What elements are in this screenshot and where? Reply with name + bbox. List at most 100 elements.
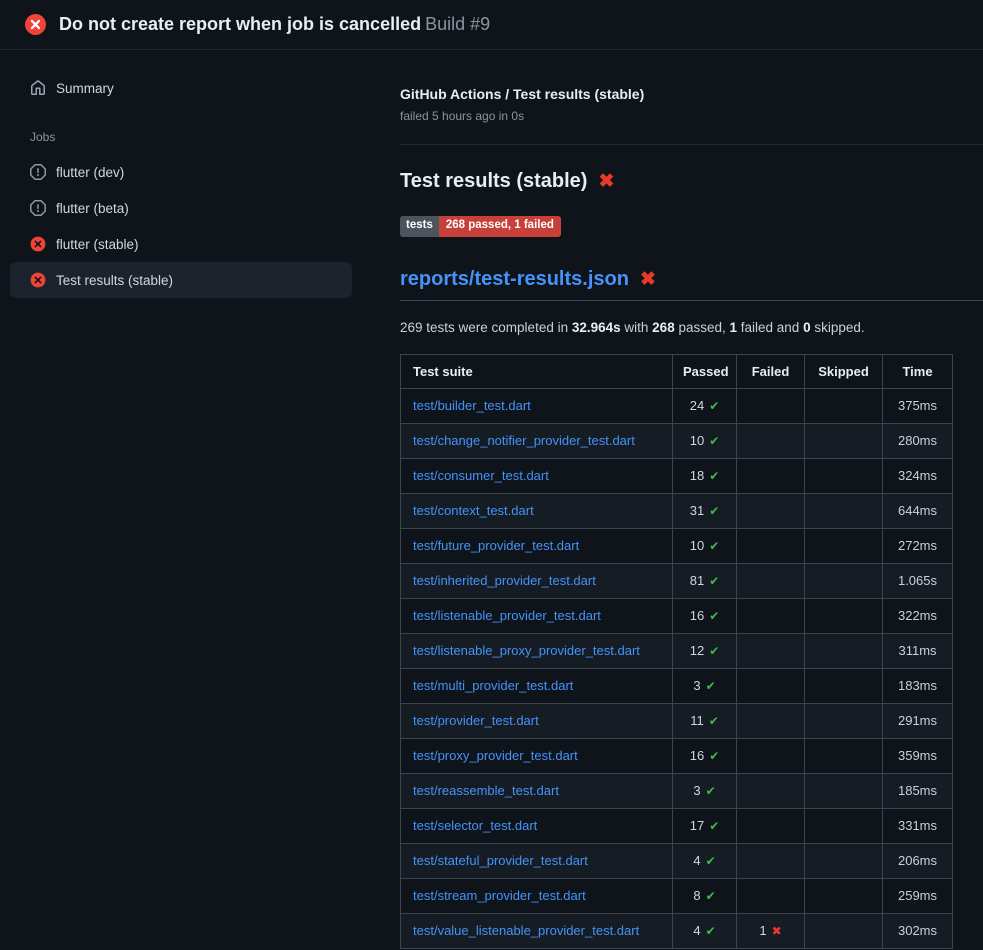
table-row: test/stream_provider_test.dart 8✔ 259ms <box>401 878 953 913</box>
time-cell: 302ms <box>883 913 953 948</box>
passed-cell: 16✔ <box>673 738 737 773</box>
failed-cell <box>737 598 805 633</box>
test-suite-link[interactable]: test/consumer_test.dart <box>413 468 549 483</box>
failed-cell <box>737 878 805 913</box>
table-row: test/listenable_proxy_provider_test.dart… <box>401 633 953 668</box>
test-suite-link[interactable]: test/proxy_provider_test.dart <box>413 748 578 763</box>
failed-x-icon: ✖ <box>598 172 614 191</box>
failed-cell <box>737 388 805 423</box>
cancelled-stop-icon <box>30 164 46 180</box>
job-label: flutter (dev) <box>56 165 124 180</box>
skipped-count: 0 <box>803 320 811 335</box>
sidebar-item-summary[interactable]: Summary <box>10 70 352 106</box>
suite-cell: test/builder_test.dart <box>401 388 673 423</box>
jobs-list: flutter (dev) flutter (beta) flutter (stab… <box>10 154 352 298</box>
table-row: test/selector_test.dart17✔331ms <box>401 808 953 843</box>
test-suite-link[interactable]: test/context_test.dart <box>413 503 534 518</box>
check-icon: ✔ <box>709 749 719 763</box>
main-content: GitHub Actions / Test results (stable) f… <box>400 50 983 949</box>
home-icon <box>30 80 46 96</box>
sidebar-job-item[interactable]: Test results (stable) <box>10 262 352 298</box>
suite-cell: test/stream_provider_test.dart <box>401 878 673 913</box>
suite-cell: test/stateful_provider_test.dart <box>401 843 673 878</box>
test-suite-link[interactable]: test/multi_provider_test.dart <box>413 678 573 693</box>
breadcrumb: GitHub Actions / Test results (stable) <box>400 86 983 102</box>
test-suite-link[interactable]: test/selector_test.dart <box>413 818 537 833</box>
test-suite-link[interactable]: test/reassemble_test.dart <box>413 783 559 798</box>
page-title: Do not create report when job is cancell… <box>59 14 490 35</box>
suite-cell: test/context_test.dart <box>401 493 673 528</box>
page-header: Do not create report when job is cancell… <box>0 0 983 50</box>
test-suite-link[interactable]: test/future_provider_test.dart <box>413 538 579 553</box>
passed-cell: 17✔ <box>673 808 737 843</box>
section-title: Test results (stable) <box>400 170 587 193</box>
table-row: test/proxy_provider_test.dart16✔359ms <box>401 738 953 773</box>
sidebar-job-item[interactable]: flutter (dev) <box>10 154 352 190</box>
table-row: test/builder_test.dart24✔375ms <box>401 388 953 423</box>
test-suite-link[interactable]: test/inherited_provider_test.dart <box>413 573 596 588</box>
results-table: Test suite Passed Failed Skipped Time te… <box>400 354 953 949</box>
results-table-body: test/builder_test.dart24✔375mstest/chang… <box>401 388 953 948</box>
suite-cell: test/value_listenable_provider_test.dart <box>401 913 673 948</box>
section-heading: Test results (stable) ✖ <box>400 170 983 193</box>
test-suite-link[interactable]: test/stream_provider_test.dart <box>413 888 586 903</box>
skipped-cell <box>805 388 883 423</box>
check-icon: ✔ <box>706 889 716 903</box>
skipped-cell <box>805 913 883 948</box>
skipped-cell <box>805 738 883 773</box>
skipped-cell <box>805 878 883 913</box>
header-passed: Passed <box>673 354 737 388</box>
skipped-cell <box>805 843 883 878</box>
failed-count: 1 <box>730 320 738 335</box>
table-header-row: Test suite Passed Failed Skipped Time <box>401 354 953 388</box>
test-suite-link[interactable]: test/value_listenable_provider_test.dart <box>413 923 639 938</box>
failed-cell <box>737 773 805 808</box>
time-cell: 206ms <box>883 843 953 878</box>
suite-cell: test/future_provider_test.dart <box>401 528 673 563</box>
passed-count: 268 <box>652 320 675 335</box>
test-suite-link[interactable]: test/builder_test.dart <box>413 398 531 413</box>
skipped-cell <box>805 493 883 528</box>
failed-cell: 1✖ <box>737 913 805 948</box>
failed-cell <box>737 703 805 738</box>
passed-cell: 3✔ <box>673 773 737 808</box>
passed-cell: 24✔ <box>673 388 737 423</box>
test-suite-link[interactable]: test/stateful_provider_test.dart <box>413 853 588 868</box>
header-test-suite: Test suite <box>401 354 673 388</box>
sidebar-job-item[interactable]: flutter (stable) <box>10 226 352 262</box>
badge-label: tests <box>400 216 439 237</box>
failed-cell <box>737 563 805 598</box>
test-suite-link[interactable]: test/listenable_proxy_provider_test.dart <box>413 643 640 658</box>
suite-cell: test/provider_test.dart <box>401 703 673 738</box>
suite-cell: test/change_notifier_provider_test.dart <box>401 423 673 458</box>
skipped-cell <box>805 633 883 668</box>
failed-cell <box>737 668 805 703</box>
check-icon: ✔ <box>706 854 716 868</box>
x-circle-icon <box>30 236 46 252</box>
check-icon: ✔ <box>706 924 716 938</box>
time-cell: 291ms <box>883 703 953 738</box>
suite-cell: test/listenable_provider_test.dart <box>401 598 673 633</box>
passed-cell: 8✔ <box>673 878 737 913</box>
table-row: test/stateful_provider_test.dart4✔206ms <box>401 843 953 878</box>
suite-cell: test/inherited_provider_test.dart <box>401 563 673 598</box>
suite-cell: test/selector_test.dart <box>401 808 673 843</box>
sidebar-summary-label: Summary <box>56 81 114 96</box>
skipped-cell <box>805 773 883 808</box>
time-cell: 272ms <box>883 528 953 563</box>
test-suite-link[interactable]: test/change_notifier_provider_test.dart <box>413 433 635 448</box>
table-row: test/context_test.dart31✔644ms <box>401 493 953 528</box>
passed-cell: 3✔ <box>673 668 737 703</box>
failed-cell <box>737 738 805 773</box>
table-row: test/listenable_provider_test.dart16✔322… <box>401 598 953 633</box>
table-row: test/multi_provider_test.dart 3✔ 183ms <box>401 668 953 703</box>
time-cell: 280ms <box>883 423 953 458</box>
time-cell: 183ms <box>883 668 953 703</box>
sidebar-job-item[interactable]: flutter (beta) <box>10 190 352 226</box>
job-label: flutter (beta) <box>56 201 129 216</box>
test-suite-link[interactable]: test/provider_test.dart <box>413 713 539 728</box>
table-row: test/value_listenable_provider_test.dart… <box>401 913 953 948</box>
test-suite-link[interactable]: test/listenable_provider_test.dart <box>413 608 601 623</box>
report-link[interactable]: reports/test-results.json <box>400 268 629 291</box>
time-cell: 259ms <box>883 878 953 913</box>
